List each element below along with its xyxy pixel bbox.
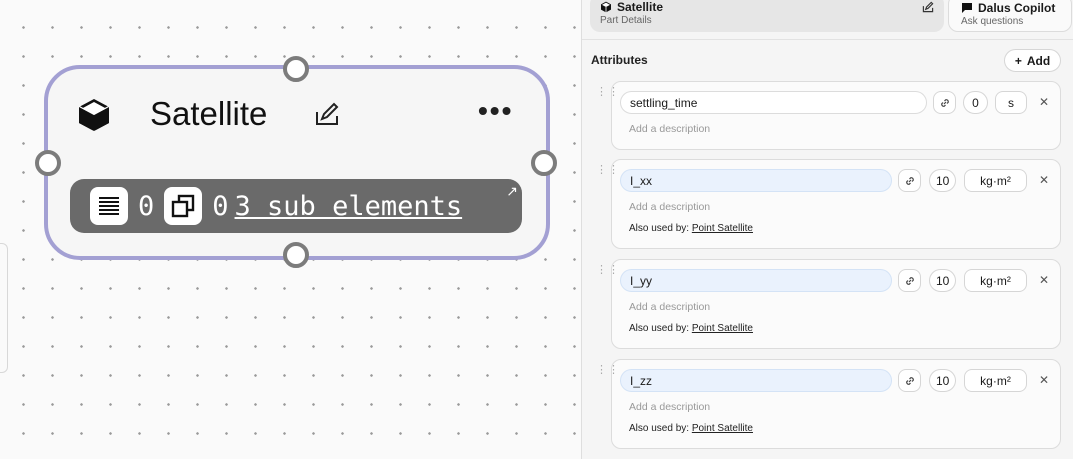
drag-handle-icon[interactable]: ⋮⋮	[596, 265, 619, 276]
plus-icon: +	[1014, 53, 1022, 68]
add-button-label: Add	[1026, 53, 1051, 68]
attribute-description[interactable]: Add a description	[629, 123, 710, 135]
attributes-heading: Attributes	[591, 53, 648, 67]
also-used-by-label: Also used by:	[629, 223, 690, 234]
connection-handle-left[interactable]	[35, 150, 61, 176]
instances-icon	[164, 187, 203, 225]
tab-title: Dalus Copilot	[978, 1, 1056, 15]
chat-icon	[962, 3, 972, 13]
also-used-by: Also used by: Point Satellite	[629, 323, 753, 334]
attribute-card: ⋮⋮ settling_time 0 s ✕ Add a description	[596, 81, 1061, 150]
also-used-by-label: Also used by:	[629, 423, 690, 434]
node-stats-bar: 0 0 3 sub elements ↗	[70, 179, 522, 233]
sub-elements-link[interactable]: 3 sub elements	[235, 191, 463, 222]
satellite-node[interactable]: Satellite ••• 0 0 3 sub elements ↗	[44, 65, 550, 260]
requirements-icon	[90, 187, 128, 225]
drag-handle-icon[interactable]: ⋮⋮	[596, 165, 619, 176]
also-used-by: Also used by: Point Satellite	[629, 423, 753, 434]
tab-title: Satellite	[617, 0, 664, 14]
requirements-count: 0	[138, 190, 155, 222]
tab-subtitle: Part Details	[600, 15, 652, 26]
drag-handle-icon[interactable]: ⋮⋮	[596, 87, 619, 98]
attribute-value-input[interactable]: 10	[929, 169, 957, 192]
attribute-value-input[interactable]: 10	[929, 269, 957, 292]
edit-icon[interactable]	[922, 1, 934, 13]
close-icon[interactable]: ✕	[1039, 273, 1049, 287]
link-icon[interactable]	[898, 269, 921, 292]
tab-part-details[interactable]: Satellite Part Details	[590, 0, 944, 32]
attribute-card: ⋮⋮ I_xx 10 kg·m² ✕ Add a description Als…	[596, 159, 1061, 249]
external-link-icon[interactable]: ↗	[506, 183, 518, 200]
details-panel: Satellite Part Details Dalus Copilot Ask…	[581, 0, 1073, 459]
attribute-card: ⋮⋮ I_zz 10 kg·m² ✕ Add a description Als…	[596, 359, 1061, 449]
attribute-description[interactable]: Add a description	[629, 301, 710, 313]
close-icon[interactable]: ✕	[1039, 173, 1049, 187]
instances-count: 0	[212, 190, 229, 222]
attribute-unit-select[interactable]: kg·m²	[964, 269, 1027, 292]
add-attribute-button[interactable]: + Add	[1004, 49, 1061, 72]
connection-handle-right[interactable]	[531, 150, 557, 176]
tab-subtitle: Ask questions	[961, 16, 1024, 27]
diagram-canvas[interactable]: Satellite ••• 0 0 3 sub elements ↗	[0, 0, 581, 459]
attribute-unit-select[interactable]: kg·m²	[964, 169, 1027, 192]
cube-icon	[601, 1, 611, 13]
attribute-value-input[interactable]: 0	[963, 91, 988, 114]
attribute-name-input[interactable]: I_zz	[620, 369, 892, 392]
edit-icon[interactable]	[314, 101, 340, 127]
attribute-description[interactable]: Add a description	[629, 401, 710, 413]
connection-handle-bottom[interactable]	[283, 242, 309, 268]
left-panel-edge	[0, 243, 8, 373]
attribute-unit-select[interactable]: kg·m²	[964, 369, 1027, 392]
more-options-icon[interactable]: •••	[478, 95, 513, 127]
attribute-unit-select[interactable]: s	[995, 91, 1027, 114]
also-used-by-link[interactable]: Point Satellite	[692, 423, 753, 434]
link-icon[interactable]	[898, 169, 921, 192]
also-used-by: Also used by: Point Satellite	[629, 223, 753, 234]
connection-handle-top[interactable]	[283, 56, 309, 82]
cube-icon	[78, 99, 110, 131]
attribute-description[interactable]: Add a description	[629, 201, 710, 213]
also-used-by-label: Also used by:	[629, 323, 690, 334]
drag-handle-icon[interactable]: ⋮⋮	[596, 365, 619, 376]
panel-tabs: Satellite Part Details Dalus Copilot Ask…	[582, 0, 1073, 40]
close-icon[interactable]: ✕	[1039, 373, 1049, 387]
also-used-by-link[interactable]: Point Satellite	[692, 323, 753, 334]
tab-dalus-copilot[interactable]: Dalus Copilot Ask questions	[948, 0, 1072, 32]
also-used-by-link[interactable]: Point Satellite	[692, 223, 753, 234]
close-icon[interactable]: ✕	[1039, 95, 1049, 109]
attribute-value-input[interactable]: 10	[929, 369, 957, 392]
attribute-name-input[interactable]: settling_time	[620, 91, 927, 114]
link-icon[interactable]	[898, 369, 921, 392]
link-icon[interactable]	[933, 91, 956, 114]
node-title: Satellite	[150, 95, 268, 132]
attribute-card: ⋮⋮ I_yy 10 kg·m² ✕ Add a description Als…	[596, 259, 1061, 349]
attribute-name-input[interactable]: I_yy	[620, 269, 892, 292]
attribute-name-input[interactable]: I_xx	[620, 169, 892, 192]
